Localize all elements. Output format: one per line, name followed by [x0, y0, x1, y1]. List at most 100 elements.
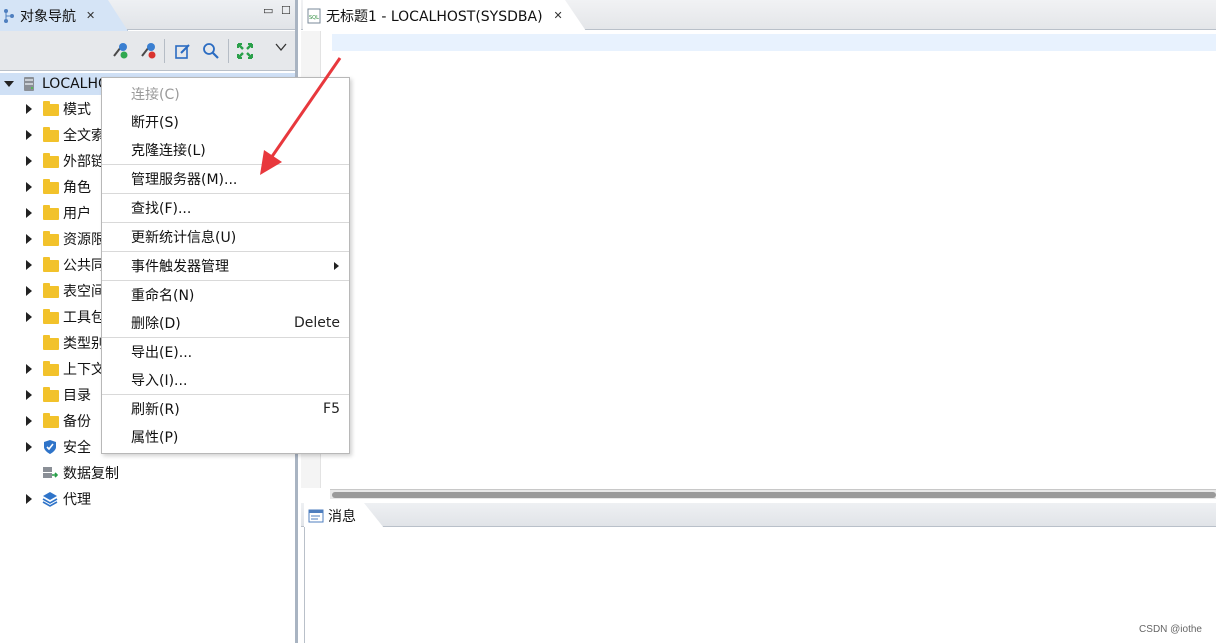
menu-item-shortcut: F5 [323, 401, 340, 417]
menu-item-shortcut: Delete [294, 315, 340, 331]
toolbar-separator [164, 39, 165, 63]
replication-icon [43, 467, 58, 478]
expand-arrow-icon[interactable] [26, 494, 32, 504]
menu-item[interactable]: 导入(I)... [102, 367, 349, 393]
menu-item-label: 更新统计信息(U) [131, 230, 237, 246]
tree-item-label: 类型别 [63, 336, 105, 352]
navigator-icon [4, 8, 14, 23]
tree-item-label: 安全 [63, 440, 91, 456]
menu-item[interactable]: 导出(E)... [102, 339, 349, 365]
view-menu-button[interactable] [270, 36, 292, 58]
minimize-icon[interactable]: ▭ [263, 4, 273, 17]
close-icon[interactable]: ✕ [86, 9, 95, 22]
menu-item[interactable]: 查找(F)... [102, 195, 349, 221]
expand-arrow-icon[interactable] [26, 260, 32, 270]
tab-sql-editor[interactable]: SQL 无标题1 - LOCALHOST(SYSDBA) ✕ [303, 0, 586, 31]
menu-item[interactable]: 属性(P) [102, 424, 349, 450]
navigator-tab-label: 对象导航 [20, 8, 76, 25]
tab-object-navigator[interactable]: 对象导航 ✕ [0, 0, 128, 31]
folder-icon [43, 309, 59, 324]
expand-arrow-icon[interactable] [26, 364, 32, 374]
submenu-arrow-icon [334, 262, 339, 270]
expand-arrow-icon[interactable] [26, 416, 32, 426]
folder-icon [43, 387, 59, 402]
tree-item-label: 工具包 [63, 310, 105, 326]
tab-messages[interactable]: 消息 [304, 503, 384, 528]
tree-item-label: 代理 [63, 492, 91, 508]
expand-icon [237, 43, 253, 59]
menu-item: 连接(C) [102, 81, 349, 107]
messages-area [304, 527, 1216, 643]
messages-icon [308, 509, 324, 522]
toolbar-separator [228, 39, 229, 63]
scrollbar-thumb[interactable] [332, 492, 1216, 498]
menu-separator [102, 164, 349, 165]
chevron-down-icon [275, 43, 287, 52]
menu-item-label: 删除(D) [131, 316, 181, 332]
tree-item-label: 用户 [63, 206, 91, 222]
expand-arrow-icon[interactable] [26, 234, 32, 244]
editor-tab-label: 无标题1 - LOCALHOST(SYSDBA) [326, 8, 543, 25]
expand-all-button[interactable] [234, 40, 256, 62]
messages-tab-label: 消息 [328, 508, 356, 525]
edit-button[interactable] [172, 40, 194, 62]
menu-item[interactable]: 删除(D) Delete [102, 310, 349, 336]
tree-item[interactable]: 代理 [0, 487, 295, 511]
menu-item[interactable]: 断开(S) [102, 109, 349, 135]
connect-icon [113, 43, 128, 59]
menu-item[interactable]: 管理服务器(M)... [102, 166, 349, 192]
expand-arrow-icon[interactable] [26, 104, 32, 114]
expand-arrow-icon[interactable] [26, 390, 32, 400]
sql-editor-area[interactable] [322, 31, 1216, 488]
disconnect-button[interactable] [138, 40, 160, 62]
editor-horizontal-scrollbar[interactable] [330, 489, 1216, 499]
expand-arrow-icon[interactable] [26, 286, 32, 296]
folder-icon [43, 179, 59, 194]
menu-item[interactable]: 刷新(R) F5 [102, 396, 349, 422]
sql-file-icon: SQL [307, 8, 321, 23]
menu-separator [102, 280, 349, 281]
close-icon[interactable]: ✕ [554, 9, 563, 22]
tree-item-label: 模式 [63, 102, 91, 118]
menu-item-label: 导入(I)... [131, 373, 188, 389]
expand-arrow-icon[interactable] [4, 81, 14, 87]
current-line-highlight [332, 34, 1216, 51]
expand-arrow-icon[interactable] [26, 156, 32, 166]
menu-separator [102, 222, 349, 223]
menu-item[interactable]: 重命名(N) [102, 282, 349, 308]
search-button[interactable] [200, 40, 222, 62]
expand-arrow-icon[interactable] [26, 312, 32, 322]
menu-item-label: 事件触发器管理 [131, 259, 229, 275]
edit-icon [175, 44, 190, 59]
menu-item[interactable]: 克隆连接(L) [102, 137, 349, 163]
expand-arrow-icon[interactable] [26, 208, 32, 218]
folder-icon [43, 413, 59, 428]
folder-icon [43, 257, 59, 272]
menu-item-label: 管理服务器(M)... [131, 172, 238, 188]
menu-item[interactable]: 更新统计信息(U) [102, 224, 349, 250]
menu-separator [102, 394, 349, 395]
connect-button[interactable] [110, 40, 132, 62]
tree-item-label: 资源限 [63, 232, 105, 248]
folder-icon [43, 205, 59, 220]
expand-arrow-icon[interactable] [26, 182, 32, 192]
watermark: CSDN @iothe [1139, 624, 1202, 635]
navigator-tabbar: 对象导航 ✕ ▭ ☐ [0, 0, 295, 31]
tree-item-label: 全文索 [63, 128, 105, 144]
menu-item-label: 导出(E)... [131, 345, 193, 361]
folder-icon [43, 231, 59, 246]
menu-separator [102, 193, 349, 194]
disconnect-icon [141, 43, 156, 59]
expand-arrow-icon[interactable] [26, 130, 32, 140]
folder-icon [43, 283, 59, 298]
menu-item[interactable]: 事件触发器管理 [102, 253, 349, 279]
editor-tabbar: SQL 无标题1 - LOCALHOST(SYSDBA) ✕ [301, 0, 1216, 31]
context-menu: 连接(C) 断开(S) 克隆连接(L) 管理服务器(M)... 查找(F)... 更新统计… [101, 77, 350, 454]
folder-icon [43, 153, 59, 168]
expand-arrow-icon[interactable] [26, 442, 32, 452]
tree-item[interactable]: 数据复制 [0, 461, 295, 485]
shield-icon [44, 440, 56, 454]
menu-item-label: 重命名(N) [131, 288, 195, 304]
maximize-icon[interactable]: ☐ [281, 4, 291, 17]
tree-item-label: 备份 [63, 414, 91, 430]
